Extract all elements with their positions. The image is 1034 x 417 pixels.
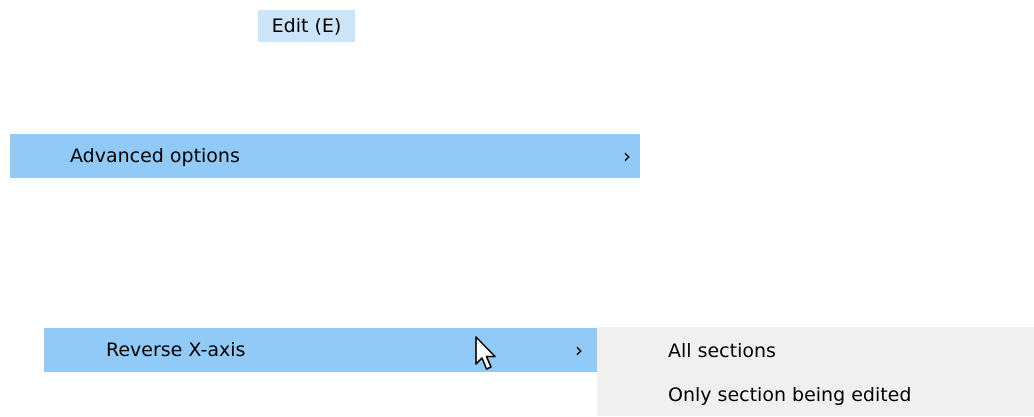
submenu-item-only-section-label: Only section being edited <box>668 384 912 406</box>
submenu-item-all-sections[interactable]: All sections <box>597 329 1034 373</box>
mouse-pointer-icon <box>475 336 496 370</box>
menu-bar-edit-label: Edit (E) <box>271 15 342 37</box>
reverse-x-axis-submenu: All sections Only section being edited <box>597 327 1034 416</box>
menu-item-reverse-x-axis-label: Reverse X-axis <box>106 339 246 361</box>
submenu-item-all-sections-label: All sections <box>668 340 776 362</box>
menu-item-advanced-options[interactable]: Advanced options › <box>10 134 640 178</box>
menu-item-advanced-options-label: Advanced options <box>70 145 240 167</box>
chevron-right-icon: › <box>623 144 631 168</box>
submenu-item-only-section-being-edited[interactable]: Only section being edited <box>597 373 1034 417</box>
menu-item-reverse-x-axis[interactable]: Reverse X-axis › <box>44 328 597 372</box>
menu-bar-edit[interactable]: Edit (E) <box>258 10 355 42</box>
chevron-right-icon: › <box>575 338 583 362</box>
